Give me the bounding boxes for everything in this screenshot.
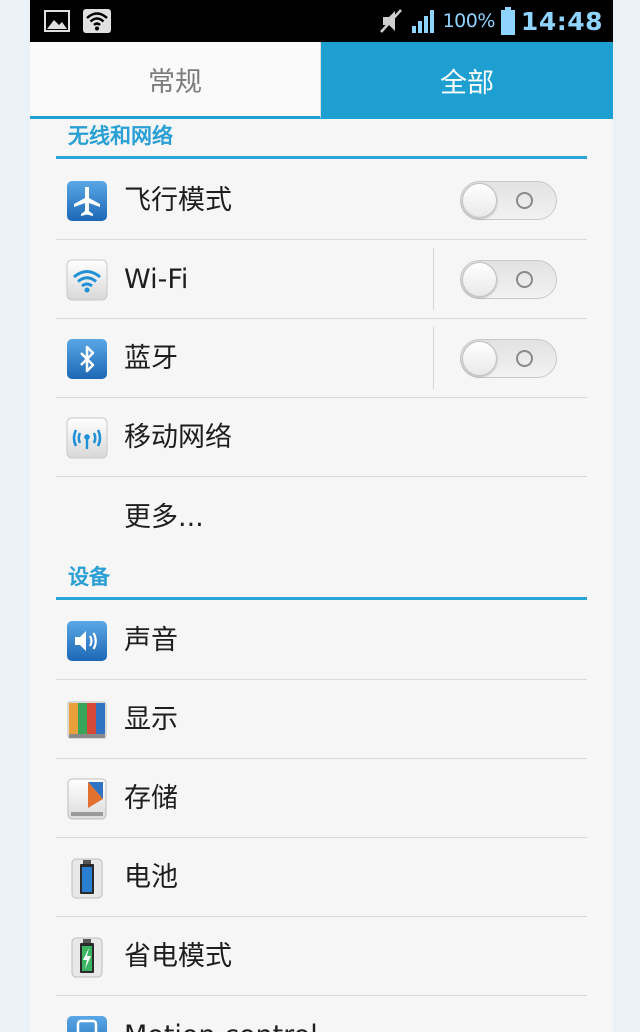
row-label-more: 更多... — [124, 502, 204, 533]
wifi-icon — [66, 259, 108, 301]
status-bar: 100% 14:48 — [30, 0, 613, 42]
bluetooth-toggle[interactable] — [460, 339, 557, 378]
toggle-knob — [462, 183, 497, 218]
row-label-bluetooth: 蓝牙 — [124, 343, 178, 374]
power-saving-icon — [71, 937, 103, 978]
battery-icon-status — [500, 7, 515, 35]
battery-percent: 100% — [442, 10, 496, 32]
settings-row-power-saving[interactable]: 省电模式 — [56, 917, 587, 996]
bluetooth-icon — [67, 339, 107, 379]
settings-row-display[interactable]: 显示 — [56, 680, 587, 759]
row-label-sound: 声音 — [124, 625, 178, 656]
signal-strength-icon — [411, 10, 434, 33]
row-divider — [433, 327, 434, 389]
toggle-off-indicator — [516, 350, 533, 367]
display-icon — [67, 701, 107, 739]
row-label-wifi: Wi-Fi — [124, 264, 189, 295]
section-header-device: 设备 — [56, 560, 587, 600]
row-label-display: 显示 — [124, 704, 178, 735]
antenna-icon — [66, 417, 108, 459]
settings-row-storage[interactable]: 存储 — [56, 759, 587, 838]
row-label-battery: 电池 — [124, 862, 178, 893]
clock: 14:48 — [520, 6, 603, 36]
row-label-airplane: 飞行模式 — [124, 185, 232, 216]
tab-bar: 常规 全部 — [30, 42, 613, 119]
row-label-mobile-network: 移动网络 — [124, 422, 232, 453]
airplane-icon — [67, 181, 107, 221]
toggle-off-indicator — [516, 192, 533, 209]
settings-row-mobile-network[interactable]: 移动网络 — [56, 398, 587, 477]
settings-row-battery[interactable]: 电池 — [56, 838, 587, 917]
row-divider — [433, 248, 434, 310]
battery-icon — [71, 858, 103, 899]
storage-icon — [67, 778, 107, 820]
wifi-toggle[interactable] — [460, 260, 557, 299]
settings-screen: 100% 14:48 常规 全部 无线和网络 飞行模式 Wi-Fi 蓝牙 移动网… — [30, 0, 613, 1032]
settings-row-motion-control[interactable]: Motion control — [56, 996, 587, 1032]
row-label-motion-control: Motion control — [124, 996, 318, 1032]
settings-row-sound[interactable]: 声音 — [56, 601, 587, 680]
tab-all[interactable]: 全部 — [321, 42, 613, 119]
section-title-device: 设备 — [68, 565, 110, 589]
toggle-knob — [462, 262, 497, 297]
motion-icon — [67, 1016, 107, 1032]
settings-row-wifi[interactable]: Wi-Fi — [56, 240, 587, 319]
row-label-power-saving: 省电模式 — [124, 941, 232, 972]
row-label-storage: 存储 — [124, 783, 178, 814]
toggle-off-indicator — [516, 271, 533, 288]
toggle-knob — [462, 341, 497, 376]
section-title-wireless: 无线和网络 — [68, 124, 173, 148]
airplane-mode-toggle[interactable] — [460, 181, 557, 220]
settings-row-more[interactable]: 更多... — [56, 477, 587, 558]
settings-row-airplane-mode[interactable]: 飞行模式 — [56, 161, 587, 240]
settings-row-bluetooth[interactable]: 蓝牙 — [56, 319, 587, 398]
wifi-notification-icon — [83, 9, 111, 33]
section-header-wireless: 无线和网络 — [56, 119, 587, 159]
speaker-icon — [67, 621, 107, 661]
gallery-notification-icon — [44, 10, 70, 32]
tab-general[interactable]: 常规 — [30, 42, 321, 119]
vibrate-mute-icon — [379, 9, 402, 33]
